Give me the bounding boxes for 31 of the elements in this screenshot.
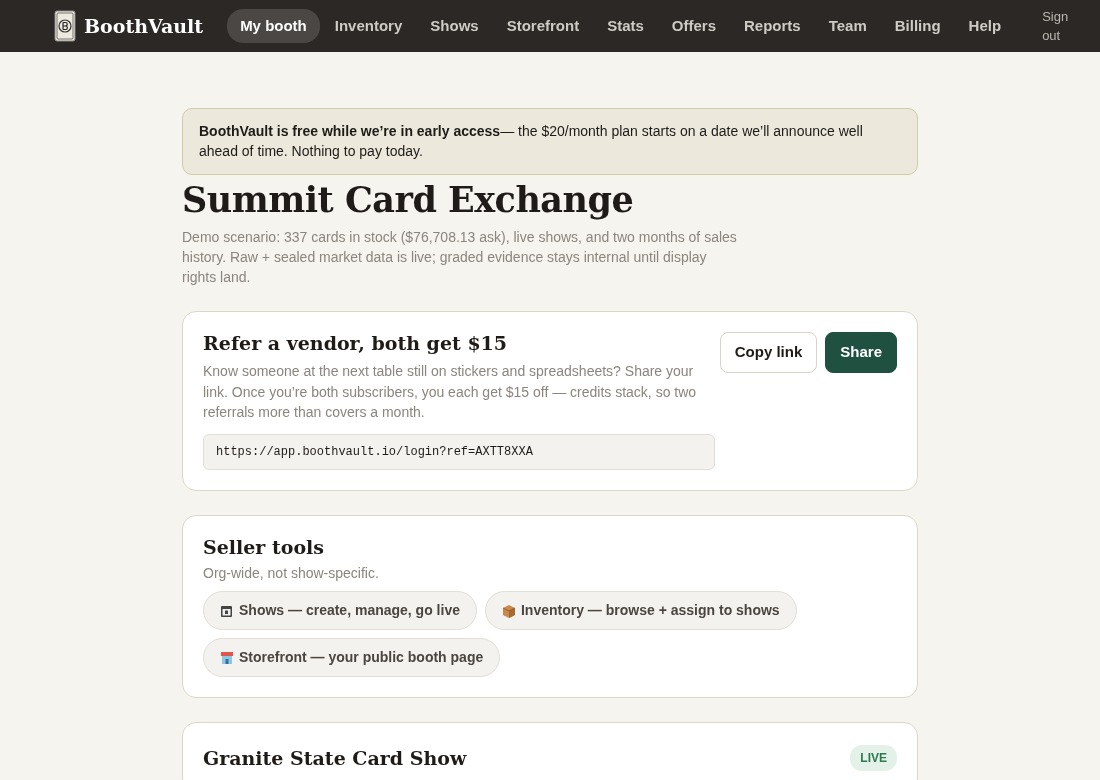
referral-text: Know someone at the next table still on stickers and spreadsheets? Share your link. Once you’re both subscribers, you each get $15 off — credits stack, so two referrals more than covers a month. — [203, 362, 698, 422]
calendar-icon — [220, 603, 234, 618]
nav-tab[interactable]: Team — [815, 8, 880, 44]
nav-tab[interactable]: Inventory — [321, 8, 416, 44]
card-subtitle: Org-wide, not show-specific. — [203, 563, 380, 583]
card-title: Granite State Card Show — [203, 746, 467, 770]
sign-out-link[interactable]: Sign out — [1042, 6, 1069, 46]
card-title: Seller tools — [203, 536, 325, 559]
page-description: Demo scenario: 337 cards in stock ($76,708.13 ask), live shows, and two months of sales history. Raw + sealed market data is live; graded evidence stays internal until display rights land. — [182, 227, 738, 288]
box-icon — [501, 603, 516, 618]
nav-tab[interactable]: My booth — [227, 8, 320, 44]
status-badge: LIVE — [850, 745, 897, 772]
referral-link-field[interactable]: https://app.boothvault.io/login?ref=AXTT8XXA — [203, 434, 715, 471]
card-title: Refer a vendor, both get $15 — [203, 332, 509, 356]
store-icon — [220, 650, 234, 665]
copy-link-button[interactable]: Copy link — [719, 332, 818, 373]
tool-link[interactable]: Shows — create, manage, go live — [203, 591, 477, 631]
nav-tab[interactable]: Storefront — [493, 8, 593, 44]
tool-link[interactable]: Storefront — your public booth page — [203, 638, 501, 678]
nav-tab[interactable]: Billing — [881, 8, 954, 44]
nav-tab[interactable]: Offers — [658, 8, 729, 44]
notice-banner: BoothVault is free while we’re in early access— the $20/month plan starts on a date we’ll announce well ahead of time. Nothing to pay today. — [182, 108, 918, 175]
share-button[interactable]: Share — [825, 332, 897, 373]
brand-name: BoothVault — [84, 13, 204, 39]
nav-tab[interactable]: Stats — [594, 8, 657, 44]
nav-tab[interactable]: Shows — [417, 8, 492, 44]
logo-icon — [54, 10, 76, 42]
tool-link[interactable]: Inventory — browse + assign to shows — [484, 591, 797, 631]
page-title: Summit Card Exchange — [182, 178, 635, 221]
nav-tab[interactable]: Reports — [731, 8, 814, 44]
nav-tab[interactable]: Help — [955, 8, 1015, 44]
